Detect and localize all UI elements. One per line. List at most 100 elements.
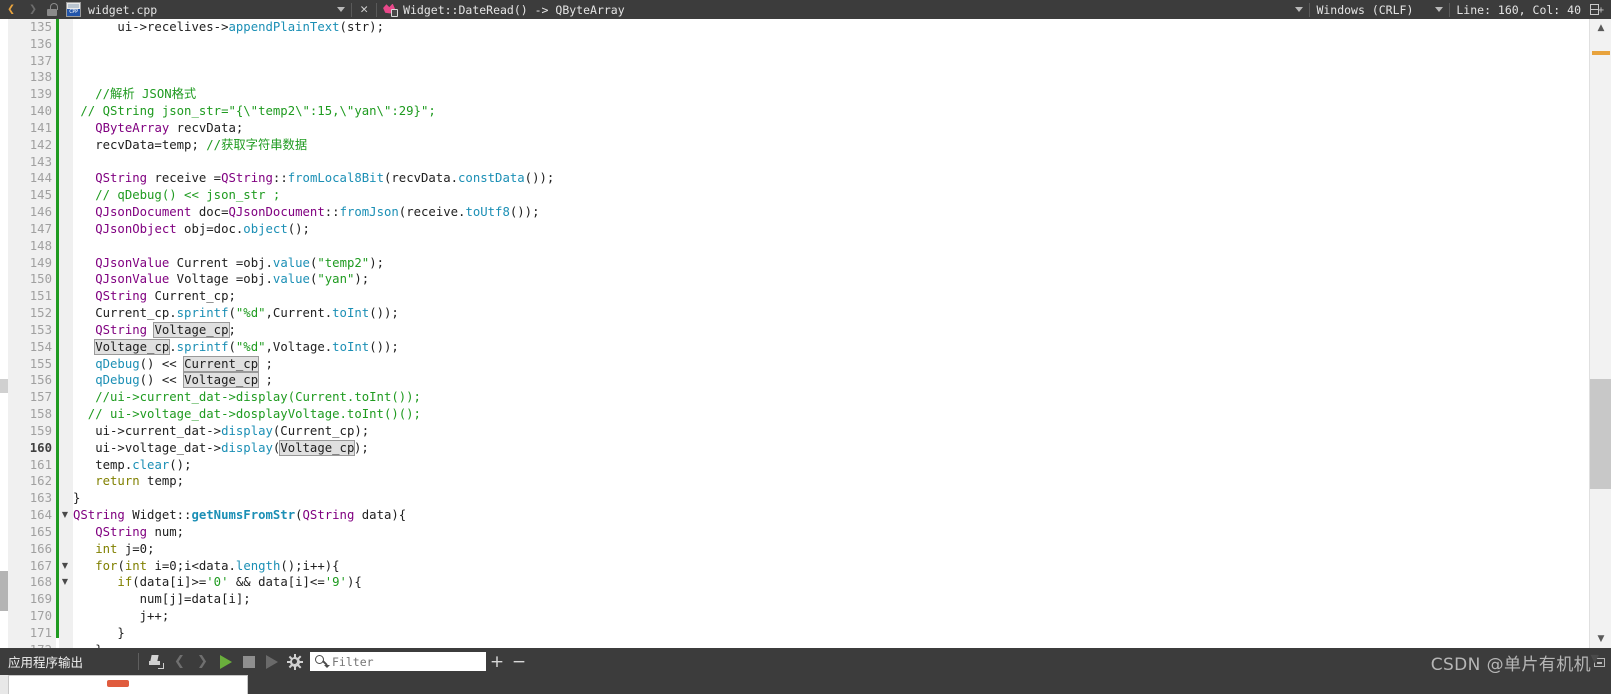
code-editor[interactable]: 135 136 137 138 139 140 141 142 143 144 145 146 147 1…	[0, 19, 1611, 648]
code-line[interactable]	[73, 53, 1589, 70]
filter-input[interactable]	[332, 654, 472, 669]
file-dropdown-chevron-down-icon[interactable]	[337, 7, 346, 12]
code-line[interactable]	[73, 238, 1589, 255]
open-file-name[interactable]: widget.cpp	[88, 3, 157, 17]
code-line[interactable]: QByteArray recvData;	[73, 120, 1589, 137]
code-line[interactable]: qDebug() << Current_cp ;	[73, 355, 1589, 373]
filter-field[interactable]	[310, 652, 486, 671]
scrollbar-thumb[interactable]	[1590, 379, 1611, 489]
code-line[interactable]: // qDebug() << json_str ;	[73, 187, 1589, 204]
code-line[interactable]: if(data[i]>='0' && data[i]<='9'){	[73, 574, 1589, 591]
run-play-icon[interactable]	[214, 650, 237, 673]
gear-icon[interactable]	[283, 650, 306, 673]
code-token: );	[354, 272, 370, 287]
line-ending-chevron-down-icon[interactable]	[1435, 7, 1444, 12]
code-line[interactable]	[73, 154, 1589, 171]
code-line[interactable]: ui->recelives->appendPlainText(str);	[73, 19, 1589, 36]
code-token: // QString json_str="{\"temp2\":15,\"yan…	[73, 104, 436, 119]
code-line[interactable]: //ui->current_dat->display(Current.toInt…	[73, 389, 1589, 406]
code-token: }	[73, 491, 81, 506]
split-editor-icon[interactable]: +	[1590, 3, 1604, 16]
code-token: ;	[258, 356, 273, 371]
code-line[interactable]	[73, 69, 1589, 86]
code-line[interactable]: QString Current_cp;	[73, 288, 1589, 305]
code-line[interactable]: QJsonObject obj=doc.object();	[73, 221, 1589, 238]
code-token: ());	[509, 205, 540, 220]
stop-icon[interactable]	[237, 650, 260, 673]
magnifier-dropdown-icon[interactable]	[315, 654, 330, 669]
code-line[interactable]: j++;	[73, 608, 1589, 625]
line-ending-label[interactable]: Windows (CRLF)	[1316, 3, 1413, 17]
code-token: num[j]=data[i];	[73, 592, 251, 607]
close-file-button[interactable]: ✕	[358, 2, 370, 17]
prev-item-chevron-left-icon[interactable]: ❮	[168, 650, 191, 673]
next-item-chevron-right-icon[interactable]: ❯	[191, 650, 214, 673]
code-line[interactable]: QJsonValue Voltage =obj.value("yan");	[73, 271, 1589, 288]
code-line[interactable]: ui->current_dat->display(Current_cp);	[73, 423, 1589, 440]
clear-pane-icon[interactable]	[145, 650, 168, 673]
line-number: 155	[29, 356, 52, 371]
code-line[interactable]: //解析 JSON格式	[73, 86, 1589, 103]
code-token: Current_cp.	[73, 306, 177, 321]
code-line[interactable]: QString num;	[73, 524, 1589, 541]
code-line[interactable]: int j=0;	[73, 541, 1589, 558]
code-line[interactable]	[73, 36, 1589, 53]
code-line[interactable]: QString Voltage_cp;	[73, 321, 1589, 339]
code-token: temp;	[139, 474, 185, 489]
code-folding-column[interactable]: ▼ ▼ ▼	[59, 19, 73, 648]
code-line[interactable]: QJsonValue Current =obj.value("temp2");	[73, 255, 1589, 272]
code-token: value	[272, 255, 310, 270]
code-line[interactable]: }	[73, 625, 1589, 642]
code-token: QJsonValue	[95, 255, 170, 270]
code-token: int	[95, 541, 118, 556]
zoom-out-button[interactable]: −	[508, 650, 530, 673]
fold-toggle-icon[interactable]: ▼	[59, 574, 71, 591]
rerun-play-dim-icon[interactable]	[260, 650, 283, 673]
navigate-back-button[interactable]: ❮	[0, 0, 22, 19]
code-line[interactable]: recvData=temp; //获取字符串数据	[73, 137, 1589, 154]
fold-toggle-icon[interactable]: ▼	[59, 558, 71, 575]
csdn-watermark: CSDN @单片有机机	[1431, 650, 1605, 675]
symbol-dropdown-chevron-down-icon[interactable]	[1295, 7, 1304, 12]
zoom-in-button[interactable]: +	[486, 650, 508, 673]
code-line[interactable]: QString Widget::getNumsFromStr(QString d…	[73, 507, 1589, 524]
scroll-up-chevron-up-icon[interactable]: ▲	[1590, 19, 1611, 37]
line-number: 162	[29, 474, 52, 489]
code-line[interactable]: Current_cp.sprintf("%d",Current.toInt())…	[73, 305, 1589, 322]
code-text-area[interactable]: ui->recelives->appendPlainText(str); //解…	[73, 19, 1589, 648]
outer-scroll-thumb[interactable]	[0, 571, 8, 611]
code-line[interactable]: ui->voltage_dat->display(Voltage_cp);	[73, 439, 1589, 457]
code-line[interactable]: Voltage_cp.sprintf("%d",Voltage.toInt())…	[73, 338, 1589, 356]
code-line[interactable]: QString receive =QString::fromLocal8Bit(…	[73, 170, 1589, 187]
line-number: 159	[29, 423, 52, 438]
scroll-down-chevron-down-icon[interactable]: ▼	[1590, 630, 1611, 648]
code-token: clear	[132, 457, 170, 472]
code-line[interactable]: for(int i=0;i<data.length();i++){	[73, 558, 1589, 575]
editor-vertical-scrollbar[interactable]: ▲ ▼	[1589, 19, 1611, 648]
code-line[interactable]: QJsonDocument doc=QJsonDocument::fromJso…	[73, 204, 1589, 221]
code-line[interactable]: }	[73, 490, 1589, 507]
code-line[interactable]: temp.clear();	[73, 457, 1589, 474]
code-line[interactable]: // ui->voltage_dat->dosplayVoltage.toInt…	[73, 406, 1589, 423]
code-line[interactable]: num[j]=data[i];	[73, 591, 1589, 608]
code-token: '0'	[206, 575, 229, 590]
output-collapse-chevron-down-icon[interactable]: ▼	[1591, 652, 1599, 665]
code-line[interactable]: return temp;	[73, 473, 1589, 490]
code-token: qDebug	[95, 373, 140, 388]
output-tab[interactable]	[8, 675, 248, 694]
code-line[interactable]: qDebug() << Voltage_cp ;	[73, 372, 1589, 389]
navigate-forward-button[interactable]: ❯	[22, 0, 44, 19]
code-token: (receive.	[398, 205, 466, 220]
code-token: data){	[354, 508, 407, 523]
code-line[interactable]: // QString json_str="{\"temp2\":15,\"yan…	[73, 103, 1589, 120]
outer-scroll-strip[interactable]	[0, 19, 8, 648]
unlocked-padlock-icon[interactable]	[44, 0, 64, 19]
fold-toggle-icon[interactable]: ▼	[59, 507, 71, 524]
code-token: (	[295, 508, 303, 523]
code-token: ){	[346, 575, 362, 590]
current-symbol-label[interactable]: Widget::DateRead() -> QByteArray	[403, 3, 625, 17]
